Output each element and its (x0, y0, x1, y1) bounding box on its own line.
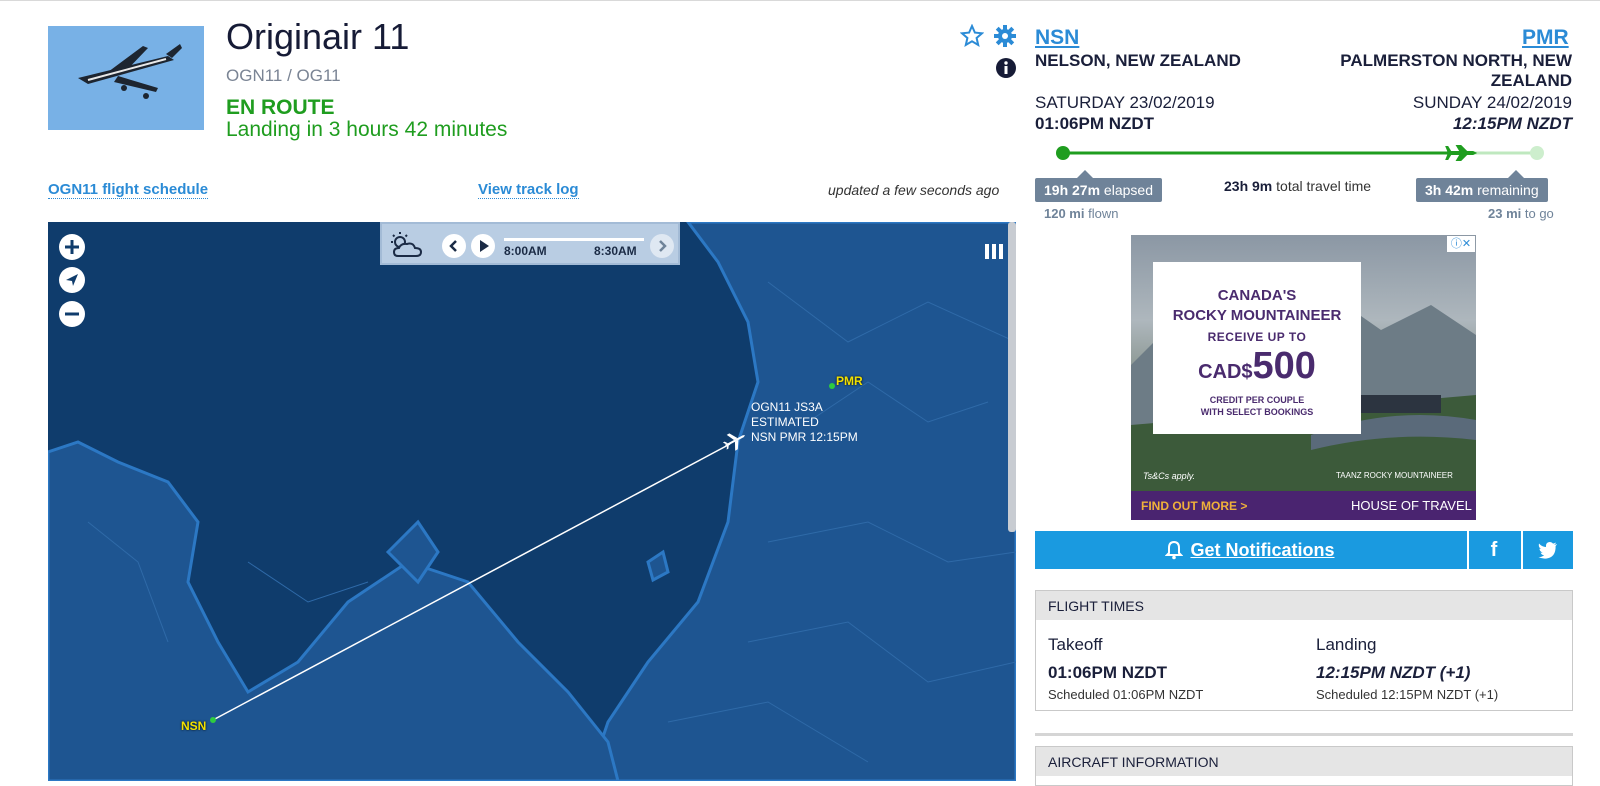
flight-times-heading: FLIGHT TIMES (1036, 591, 1572, 620)
time-slider[interactable] (504, 238, 644, 241)
zoom-out-button[interactable] (59, 301, 85, 327)
facebook-share-button[interactable]: f (1467, 531, 1519, 569)
elapsed-badge: 19h 27m elapsed (1035, 170, 1162, 202)
ad-line: CANADA'S (1217, 287, 1297, 304)
weather-icon[interactable] (388, 230, 428, 265)
aircraft-photo (48, 26, 204, 130)
section-divider (1035, 733, 1573, 736)
aircraft-label-line: NSN PMR 12:15PM (751, 430, 858, 444)
togo-value: 23 mi (1488, 206, 1522, 221)
notifications-bar: Get Notifications f (1035, 531, 1573, 569)
ad-line: CREDIT PER COUPLE (1209, 395, 1305, 405)
landing-scheduled: Scheduled 12:15PM NZDT (+1) (1316, 687, 1499, 702)
ad-footer: FIND OUT MORE > HOUSE OF TRAVEL (1131, 491, 1476, 520)
origin-city: NELSON, NEW ZEALAND (1035, 51, 1241, 70)
ad-partner-logos: TAANZ ROCKY MOUNTAINEER (1336, 471, 1453, 480)
destination-date: SUNDAY 24/02/2019 (1412, 93, 1572, 112)
ad-brand: HOUSE OF TRAVEL (1351, 498, 1472, 513)
elapsed-value: 19h 27m (1044, 182, 1101, 198)
star-icon[interactable] (959, 23, 985, 53)
landing-time: 12:15PM NZDT (+1) (1316, 663, 1471, 682)
play-button[interactable] (471, 234, 495, 258)
track-log-link[interactable]: View track log (478, 181, 579, 199)
takeoff-scheduled: Scheduled 01:06PM NZDT (1048, 687, 1204, 702)
total-value: 23h 9m (1224, 178, 1273, 194)
landing-column: Landing 12:15PM NZDT (+1) Scheduled 12:1… (1316, 635, 1498, 702)
flight-status: EN ROUTE (226, 96, 335, 119)
updated-timestamp: updated a few seconds ago (828, 182, 1000, 198)
ad-card: CANADA'S ROCKY MOUNTAINEER RECEIVE UP TO… (1153, 262, 1361, 434)
map-scrollbar[interactable] (1008, 222, 1016, 532)
remaining-value: 3h 42m (1425, 182, 1474, 198)
takeoff-column: Takeoff 01:06PM NZDT Scheduled 01:06PM N… (1048, 635, 1203, 702)
layers-icon[interactable] (983, 240, 1005, 262)
remaining-suffix: remaining (1473, 182, 1539, 198)
ad-terms: Ts&Cs apply. (1143, 471, 1196, 481)
landing-countdown: Landing in 3 hours 42 minutes (226, 118, 508, 141)
flight-title: Originair 11 (226, 16, 410, 57)
time-label-end: 8:30AM (594, 244, 637, 258)
aircraft-information-panel: AIRCRAFT INFORMATION (1035, 746, 1573, 786)
flown-suffix: flown (1084, 206, 1119, 221)
togo-suffix: to go (1521, 206, 1554, 221)
advertisement[interactable]: CANADA'S ROCKY MOUNTAINEER RECEIVE UP TO… (1131, 235, 1476, 520)
weather-timebar: 8:00AM 8:30AM (380, 222, 680, 265)
zoom-in-button[interactable] (59, 234, 85, 260)
ad-offer-amount: CAD$500 (1153, 344, 1361, 394)
map-terrain (48, 222, 1016, 781)
distance-flown: 120 mi flown (1044, 206, 1118, 221)
remaining-badge: 3h 42m remaining (1416, 170, 1548, 202)
gear-icon[interactable] (993, 24, 1017, 53)
get-notifications-button[interactable]: Get Notifications (1035, 531, 1465, 569)
destination-airport-label[interactable]: PMR (836, 374, 863, 388)
ad-line: WITH SELECT BOOKINGS (1200, 407, 1314, 417)
bell-icon (1165, 540, 1184, 560)
flight-map[interactable]: 8:00AM 8:30AM NSN PMR OGN11 JS3A ESTIMAT… (48, 222, 1016, 781)
destination-city-line: PALMERSTON NORTH, NEW (1340, 51, 1572, 70)
ad-cta-link[interactable]: FIND OUT MORE > (1141, 499, 1247, 513)
get-notifications-label: Get Notifications (1190, 539, 1335, 560)
flight-progress-bar (1055, 141, 1545, 165)
destination-city: PALMERSTON NORTH, NEW ZEALAND (1300, 51, 1572, 91)
aircraft-label[interactable]: OGN11 JS3A ESTIMATED NSN PMR 12:15PM (751, 400, 858, 445)
elapsed-suffix: elapsed (1100, 182, 1153, 198)
origin-date: SATURDAY 23/02/2019 (1035, 93, 1215, 112)
takeoff-time: 01:06PM NZDT (1048, 663, 1168, 682)
locate-icon[interactable] (59, 267, 85, 293)
ad-offer-intro: RECEIVE UP TO (1207, 330, 1307, 344)
ad-close-icon[interactable]: ⓘ✕ (1447, 236, 1475, 252)
total-suffix: total travel time (1272, 178, 1372, 194)
ad-amount: 500 (1252, 345, 1316, 387)
takeoff-label: Takeoff (1048, 635, 1103, 654)
destination-code-link[interactable]: PMR (1522, 26, 1569, 50)
next-time-button[interactable] (650, 234, 674, 258)
landing-label: Landing (1316, 635, 1377, 654)
previous-time-button[interactable] (442, 234, 466, 258)
ad-currency: CAD$ (1198, 361, 1253, 383)
origin-airport-label[interactable]: NSN (181, 719, 206, 733)
top-divider (0, 0, 1600, 1)
aircraft-label-line: ESTIMATED (751, 415, 819, 429)
aircraft-information-heading: AIRCRAFT INFORMATION (1036, 747, 1572, 776)
destination-city-line: ZEALAND (1490, 71, 1572, 90)
twitter-share-button[interactable] (1521, 531, 1573, 569)
flight-times-panel: FLIGHT TIMES Takeoff 01:06PM NZDT Schedu… (1035, 590, 1573, 711)
ad-line: ROCKY MOUNTAINEER (1172, 307, 1342, 324)
total-travel-time: 23h 9m total travel time (1224, 178, 1371, 194)
ad-offer-detail: CREDIT PER COUPLE WITH SELECT BOOKINGS (1153, 394, 1361, 418)
ad-headline: CANADA'S ROCKY MOUNTAINEER (1153, 286, 1361, 326)
origin-time: 01:06PM NZDT (1035, 114, 1155, 133)
origin-code-link[interactable]: NSN (1035, 26, 1079, 50)
flight-schedule-link[interactable]: OGN11 flight schedule (48, 181, 209, 199)
info-icon[interactable] (995, 57, 1017, 84)
distance-to-go: 23 mi to go (1488, 206, 1554, 221)
twitter-icon (1538, 542, 1557, 559)
time-label-start: 8:00AM (504, 244, 547, 258)
flight-ident: OGN11 / OG11 (226, 66, 341, 85)
destination-time: 12:15PM NZDT (1452, 114, 1572, 133)
flown-value: 120 mi (1044, 206, 1085, 221)
aircraft-label-line: OGN11 JS3A (751, 400, 823, 414)
